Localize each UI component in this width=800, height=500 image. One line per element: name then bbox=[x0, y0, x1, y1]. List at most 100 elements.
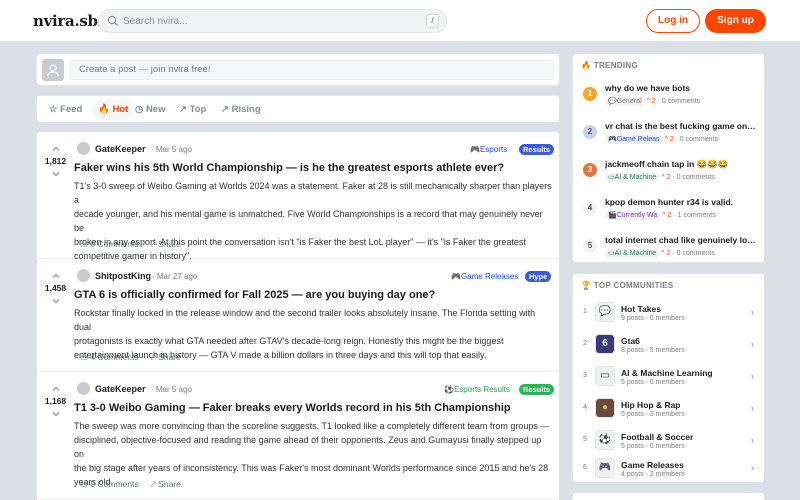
trending-item[interactable]: 2 vr chat is the best fucking game on t.… bbox=[573, 117, 764, 155]
post-title[interactable]: GTA 6 is officially confirmed for Fall 2… bbox=[74, 289, 435, 301]
community-item[interactable]: 3 ▭ AI & Machine Learning 5 posts · 0 me… bbox=[573, 360, 764, 392]
trending-item[interactable]: 3 jackmeoff chain tap in 😂😂😂 ▭AI & Machi… bbox=[573, 155, 764, 193]
body-line: disciplined, objective-focused and readi… bbox=[74, 435, 542, 459]
trending-title[interactable]: kpop demon hunter r34 is valid. bbox=[605, 197, 758, 207]
chevron-right-icon: › bbox=[751, 307, 754, 317]
community-item[interactable]: 6 🎮 Game Releases 4 posts · 2 members › bbox=[573, 452, 764, 484]
chevron-right-icon: › bbox=[751, 371, 754, 381]
community-name[interactable]: Hip Hop & Rap bbox=[621, 400, 681, 410]
community-rank: 5 bbox=[583, 436, 587, 443]
trending-meta: 🎮Game Releas ^ 2 · 0 comments bbox=[605, 135, 718, 144]
tab-hot[interactable]: 🔥 Hot bbox=[92, 100, 135, 120]
vote-count: 1,168 bbox=[44, 396, 67, 406]
community-item[interactable]: 1 💬 Hot Takes 9 posts · 0 members › bbox=[573, 296, 764, 328]
community-name[interactable]: Game Releases bbox=[621, 460, 684, 470]
trending-title[interactable]: vr chat is the best fucking game on t... bbox=[605, 121, 758, 131]
trending-meta: ▭AI & Machine ^ 2 · 0 comments bbox=[605, 173, 715, 182]
trending-tag: Game Releas bbox=[616, 136, 660, 143]
trend-icon: ↗ bbox=[179, 104, 187, 115]
post-card[interactable]: 1,458 ShitpostKing · Mar 27 ago 🎮Game Re… bbox=[37, 259, 559, 372]
author-avatar[interactable] bbox=[77, 269, 90, 282]
community-name[interactable]: Football & Soccer bbox=[621, 432, 693, 442]
create-post-card: Create a post — join nvira free! bbox=[36, 53, 560, 86]
search-input[interactable] bbox=[123, 13, 413, 29]
community-name[interactable]: Hot Takes bbox=[621, 304, 661, 314]
tab-rising[interactable]: ↗ Rising bbox=[221, 96, 261, 124]
post-author[interactable]: ShitpostKing bbox=[95, 271, 151, 281]
downvote-icon[interactable] bbox=[52, 410, 60, 418]
post-card[interactable]: 1,812 GateKeeper · Mar 5 ago 🎮Esports Re… bbox=[37, 132, 559, 261]
vote-count: 1,458 bbox=[44, 283, 67, 293]
comments-button[interactable]: ▭ 4 Comments bbox=[80, 352, 139, 363]
chevron-right-icon: › bbox=[751, 403, 754, 413]
trending-tag: AI & Machine bbox=[614, 174, 657, 181]
tab-feed[interactable]: ☆ Feed bbox=[49, 96, 82, 124]
tab-new[interactable]: ◷ New bbox=[135, 96, 165, 124]
trending-score: ^ 2 bbox=[646, 98, 656, 105]
comments-button[interactable]: ▭ 0 Comments bbox=[80, 479, 139, 490]
trending-score: ^ 2 bbox=[664, 136, 674, 143]
upvote-icon[interactable] bbox=[52, 145, 60, 153]
trophy-icon: 🏆 bbox=[581, 281, 592, 290]
post-card[interactable]: 1,168 GateKeeper · Mar 5 ago ⚽Esports Re… bbox=[37, 372, 559, 500]
gamepad-icon: 🎮 bbox=[451, 272, 461, 281]
upvote-icon[interactable] bbox=[52, 272, 60, 280]
share-label: Share bbox=[158, 352, 181, 362]
post-author[interactable]: GateKeeper bbox=[95, 144, 146, 154]
post-category[interactable]: 🎮Esports bbox=[470, 144, 507, 155]
post-category[interactable]: ⚽Esports Results bbox=[444, 384, 510, 395]
trending-title[interactable]: why do we have bots bbox=[605, 83, 758, 93]
signup-button[interactable]: Sign up bbox=[705, 9, 766, 33]
post-author[interactable]: GateKeeper bbox=[95, 384, 146, 394]
downvote-icon[interactable] bbox=[52, 170, 60, 178]
community-item[interactable]: 4 ● Hip Hop & Rap 5 posts · 3 members › bbox=[573, 392, 764, 424]
monitor-icon: ▭ bbox=[608, 174, 615, 181]
share-button[interactable]: ⤤ Share bbox=[151, 239, 181, 250]
community-rank: 3 bbox=[583, 372, 587, 379]
post-title[interactable]: T1 3-0 Weibo Gaming — Faker breaks every… bbox=[74, 402, 511, 414]
share-icon: ⤤ bbox=[151, 239, 156, 249]
community-meta: 5 posts · 0 members bbox=[621, 379, 685, 386]
downvote-icon[interactable] bbox=[52, 297, 60, 305]
trending-rank: 5 bbox=[583, 239, 597, 253]
user-avatar bbox=[42, 59, 64, 81]
chevron-right-icon: › bbox=[751, 435, 754, 445]
sidebar-card-partial bbox=[572, 492, 765, 500]
body-line: entertainment launch in history — GTA V … bbox=[74, 350, 487, 360]
comments-button[interactable]: ▭ 0 Comments bbox=[80, 239, 139, 250]
search-bar[interactable]: / bbox=[98, 9, 447, 33]
gamepad-icon: 🎮 bbox=[470, 145, 480, 154]
site-logo[interactable]: nvira.sbs bbox=[33, 12, 106, 30]
trending-tag: AI & Machine bbox=[614, 250, 657, 257]
upvote-icon[interactable] bbox=[52, 385, 60, 393]
flair-badge: Hype bbox=[525, 271, 552, 282]
author-avatar[interactable] bbox=[77, 142, 90, 155]
trending-item[interactable]: 5 total internet chad like genuinely loo… bbox=[573, 231, 764, 263]
login-button[interactable]: Log in bbox=[646, 9, 700, 33]
body-line: the big stage after years of inconsisten… bbox=[74, 463, 549, 473]
community-name[interactable]: AI & Machine Learning bbox=[621, 368, 713, 378]
community-rank: 1 bbox=[583, 308, 587, 315]
community-meta: 9 posts · 0 members bbox=[621, 315, 685, 322]
share-button[interactable]: ⤤ Share bbox=[151, 479, 181, 490]
trending-title[interactable]: jackmeoff chain tap in 😂😂😂 bbox=[605, 159, 758, 170]
comment-icon: ▭ bbox=[80, 239, 89, 249]
trending-item[interactable]: 1 why do we have bots 💬General ^ 2 · 0 c… bbox=[573, 79, 764, 117]
flair-badge: Results bbox=[519, 384, 555, 395]
create-post-input[interactable]: Create a post — join nvira free! bbox=[70, 60, 554, 80]
post-title[interactable]: Faker wins his 5th World Championship — … bbox=[74, 162, 504, 174]
communities-heading-label: TOP COMMUNITIES bbox=[593, 281, 674, 290]
author-avatar[interactable] bbox=[77, 382, 90, 395]
tab-top[interactable]: ↗ Top bbox=[179, 96, 206, 124]
community-name[interactable]: Gta6 bbox=[621, 336, 640, 346]
post-category[interactable]: 🎮Game Releases bbox=[451, 271, 518, 282]
post-body: The sweep was more convincing than the s… bbox=[74, 419, 552, 489]
search-icon bbox=[107, 15, 118, 26]
share-button[interactable]: ⤤ Share bbox=[151, 352, 181, 363]
comment-icon: ▭ bbox=[80, 479, 89, 489]
trending-title[interactable]: total internet chad like genuinely loo..… bbox=[605, 235, 758, 245]
trending-rank: 4 bbox=[583, 201, 597, 215]
community-item[interactable]: 2 6 Gta6 8 posts · 5 members › bbox=[573, 328, 764, 360]
chevron-right-icon: › bbox=[751, 463, 754, 473]
trending-item[interactable]: 4 kpop demon hunter r34 is valid. 🎬Curre… bbox=[573, 193, 764, 231]
